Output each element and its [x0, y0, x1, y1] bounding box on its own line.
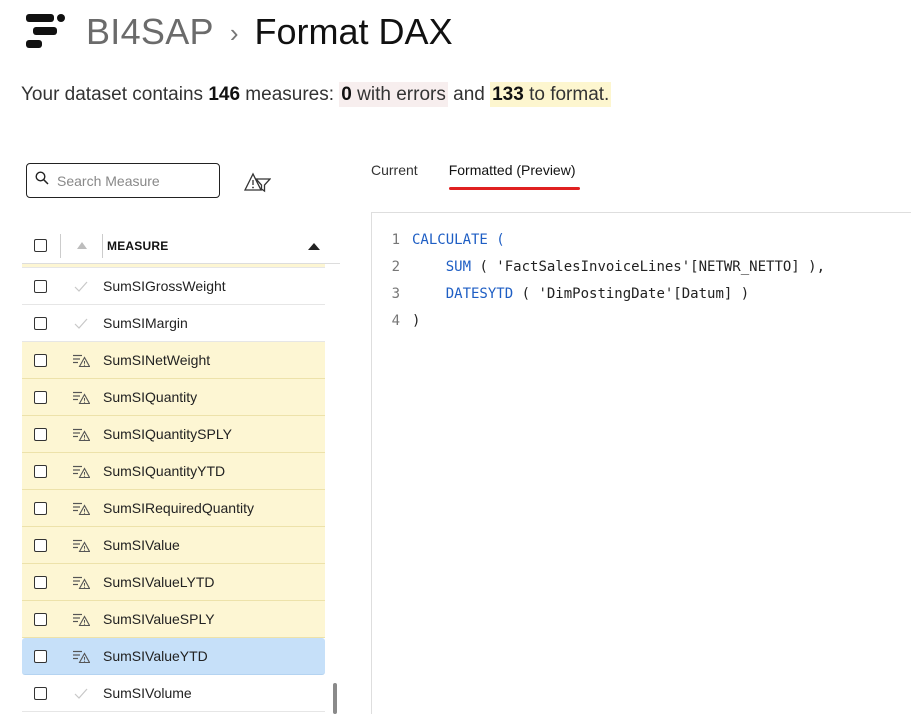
row-checkbox[interactable] [34, 427, 47, 441]
format-count: 133 [492, 84, 524, 105]
table-row[interactable]: SumSIMargin [22, 305, 325, 342]
format-warning-icon [60, 354, 102, 367]
measure-name: SumSIValueLYTD [103, 574, 215, 590]
code-line: 3 DATESYTD ( 'DimPostingDate'[Datum] ) [372, 280, 911, 307]
measure-name: SumSIQuantityYTD [103, 463, 226, 479]
format-summary: 133 to format. [490, 82, 612, 107]
code-text: DATESYTD ( 'DimPostingDate'[Datum] ) [445, 285, 750, 302]
row-checkbox[interactable] [34, 316, 47, 330]
measures-count: 146 [208, 84, 241, 105]
table-row[interactable]: SumSIRequiredQuantity [22, 490, 325, 527]
measure-name: SumSIQuantitySPLY [103, 426, 232, 442]
column-divider [102, 233, 103, 258]
measure-name: SumSIRequiredQuantity [103, 500, 254, 516]
code-text: CALCULATE ( [412, 231, 505, 248]
dax-function: DATESYTD [445, 285, 514, 302]
measure-name: SumSIQuantity [103, 389, 198, 405]
measure-name: SumSIValueYTD [103, 648, 208, 664]
table-header: MEASURE [22, 228, 340, 264]
column-header-measure[interactable]: MEASURE [107, 239, 168, 253]
search-input[interactable] [57, 172, 207, 189]
page-header: BI4SAP › Format DAX [26, 10, 453, 54]
table-row[interactable]: SumSIQuantityYTD [22, 453, 325, 490]
dax-code-panel: 1 CALCULATE ( 2 SUM ( 'FactSalesInvoiceLi… [371, 212, 911, 714]
list-scrollbar[interactable] [333, 683, 337, 714]
status-sort-toggle[interactable] [61, 242, 102, 249]
dataset-summary: Your dataset contains 146 measures: 0 wi… [21, 82, 612, 107]
code-text: ) [412, 312, 421, 329]
format-warning-icon [60, 465, 102, 478]
measure-name: SumSIVolume [103, 685, 192, 701]
errors-count: 0 [341, 84, 352, 105]
table-row[interactable]: SumSINetWeight [22, 342, 325, 379]
row-checkbox[interactable] [34, 353, 47, 367]
code-line: 1 CALCULATE ( [372, 226, 911, 253]
measure-rows: SumSIGrossWeight SumSIMargin SumSINetWeigh… [22, 268, 340, 712]
row-checkbox[interactable] [34, 390, 47, 404]
table-row[interactable]: SumSIGrossWeight [22, 268, 325, 305]
table-row[interactable]: SumSIVolume [22, 675, 325, 712]
errors-summary: 0 with errors [339, 82, 448, 107]
table-row[interactable]: SumSIQuantitySPLY [22, 416, 325, 453]
code-text: SUM ( 'FactSalesInvoiceLines'[NETWR_NETT… [445, 258, 826, 275]
table-row[interactable]: SumSIValueYTD [22, 638, 325, 675]
line-number: 1 [391, 231, 400, 248]
row-checkbox[interactable] [34, 538, 47, 552]
format-warning-icon [60, 576, 102, 589]
search-box[interactable] [26, 163, 220, 198]
measure-table: MEASURE SumSIGrossWeight SumSIMargin SumSI… [22, 228, 340, 712]
row-checkbox[interactable] [34, 279, 47, 293]
table-row[interactable]: SumSIValue [22, 527, 325, 564]
table-row[interactable]: SumSIQuantity [22, 379, 325, 416]
row-checkbox[interactable] [34, 686, 47, 700]
tab-formatted-preview[interactable]: Formatted (Preview) [448, 162, 580, 190]
search-icon [35, 171, 49, 190]
code-line: 2 SUM ( 'FactSalesInvoiceLines'[NETWR_NE… [372, 253, 911, 280]
measure-name: SumSINetWeight [103, 352, 211, 368]
table-row[interactable]: SumSIValueLYTD [22, 564, 325, 601]
select-all-checkbox[interactable] [34, 239, 47, 252]
line-number: 2 [391, 258, 400, 275]
format-warning-icon [60, 502, 102, 515]
filter-warning-icon[interactable] [243, 171, 272, 193]
line-number: 4 [391, 312, 400, 329]
format-warning-icon [60, 650, 102, 663]
dax-function: SUM [445, 258, 472, 275]
table-row[interactable]: SumSIValueSPLY [22, 601, 325, 638]
format-warning-icon [60, 613, 102, 626]
line-number: 3 [391, 285, 400, 302]
measure-name: SumSIValueSPLY [103, 611, 215, 627]
check-icon [60, 688, 102, 699]
row-checkbox[interactable] [34, 464, 47, 478]
row-checkbox[interactable] [34, 575, 47, 589]
format-warning-icon [60, 428, 102, 441]
bi4sap-logo [26, 14, 66, 50]
tab-current[interactable]: Current [371, 162, 418, 188]
row-checkbox[interactable] [34, 501, 47, 515]
check-icon [60, 318, 102, 329]
check-icon [60, 281, 102, 292]
sort-ascending-icon[interactable] [308, 243, 320, 250]
format-warning-icon [60, 539, 102, 552]
row-checkbox[interactable] [34, 612, 47, 626]
page-title: Format DAX [254, 11, 453, 52]
preview-tabs: Current Formatted (Preview) [371, 162, 607, 190]
code-line: 4) [372, 307, 911, 334]
format-warning-icon [60, 391, 102, 404]
measure-name: SumSIMargin [103, 315, 188, 331]
breadcrumb-separator: › [229, 17, 239, 48]
measure-name: SumSIGrossWeight [103, 278, 226, 294]
row-checkbox[interactable] [34, 649, 47, 663]
breadcrumb-brand[interactable]: BI4SAP [86, 11, 214, 53]
measure-name: SumSIValue [103, 537, 180, 553]
